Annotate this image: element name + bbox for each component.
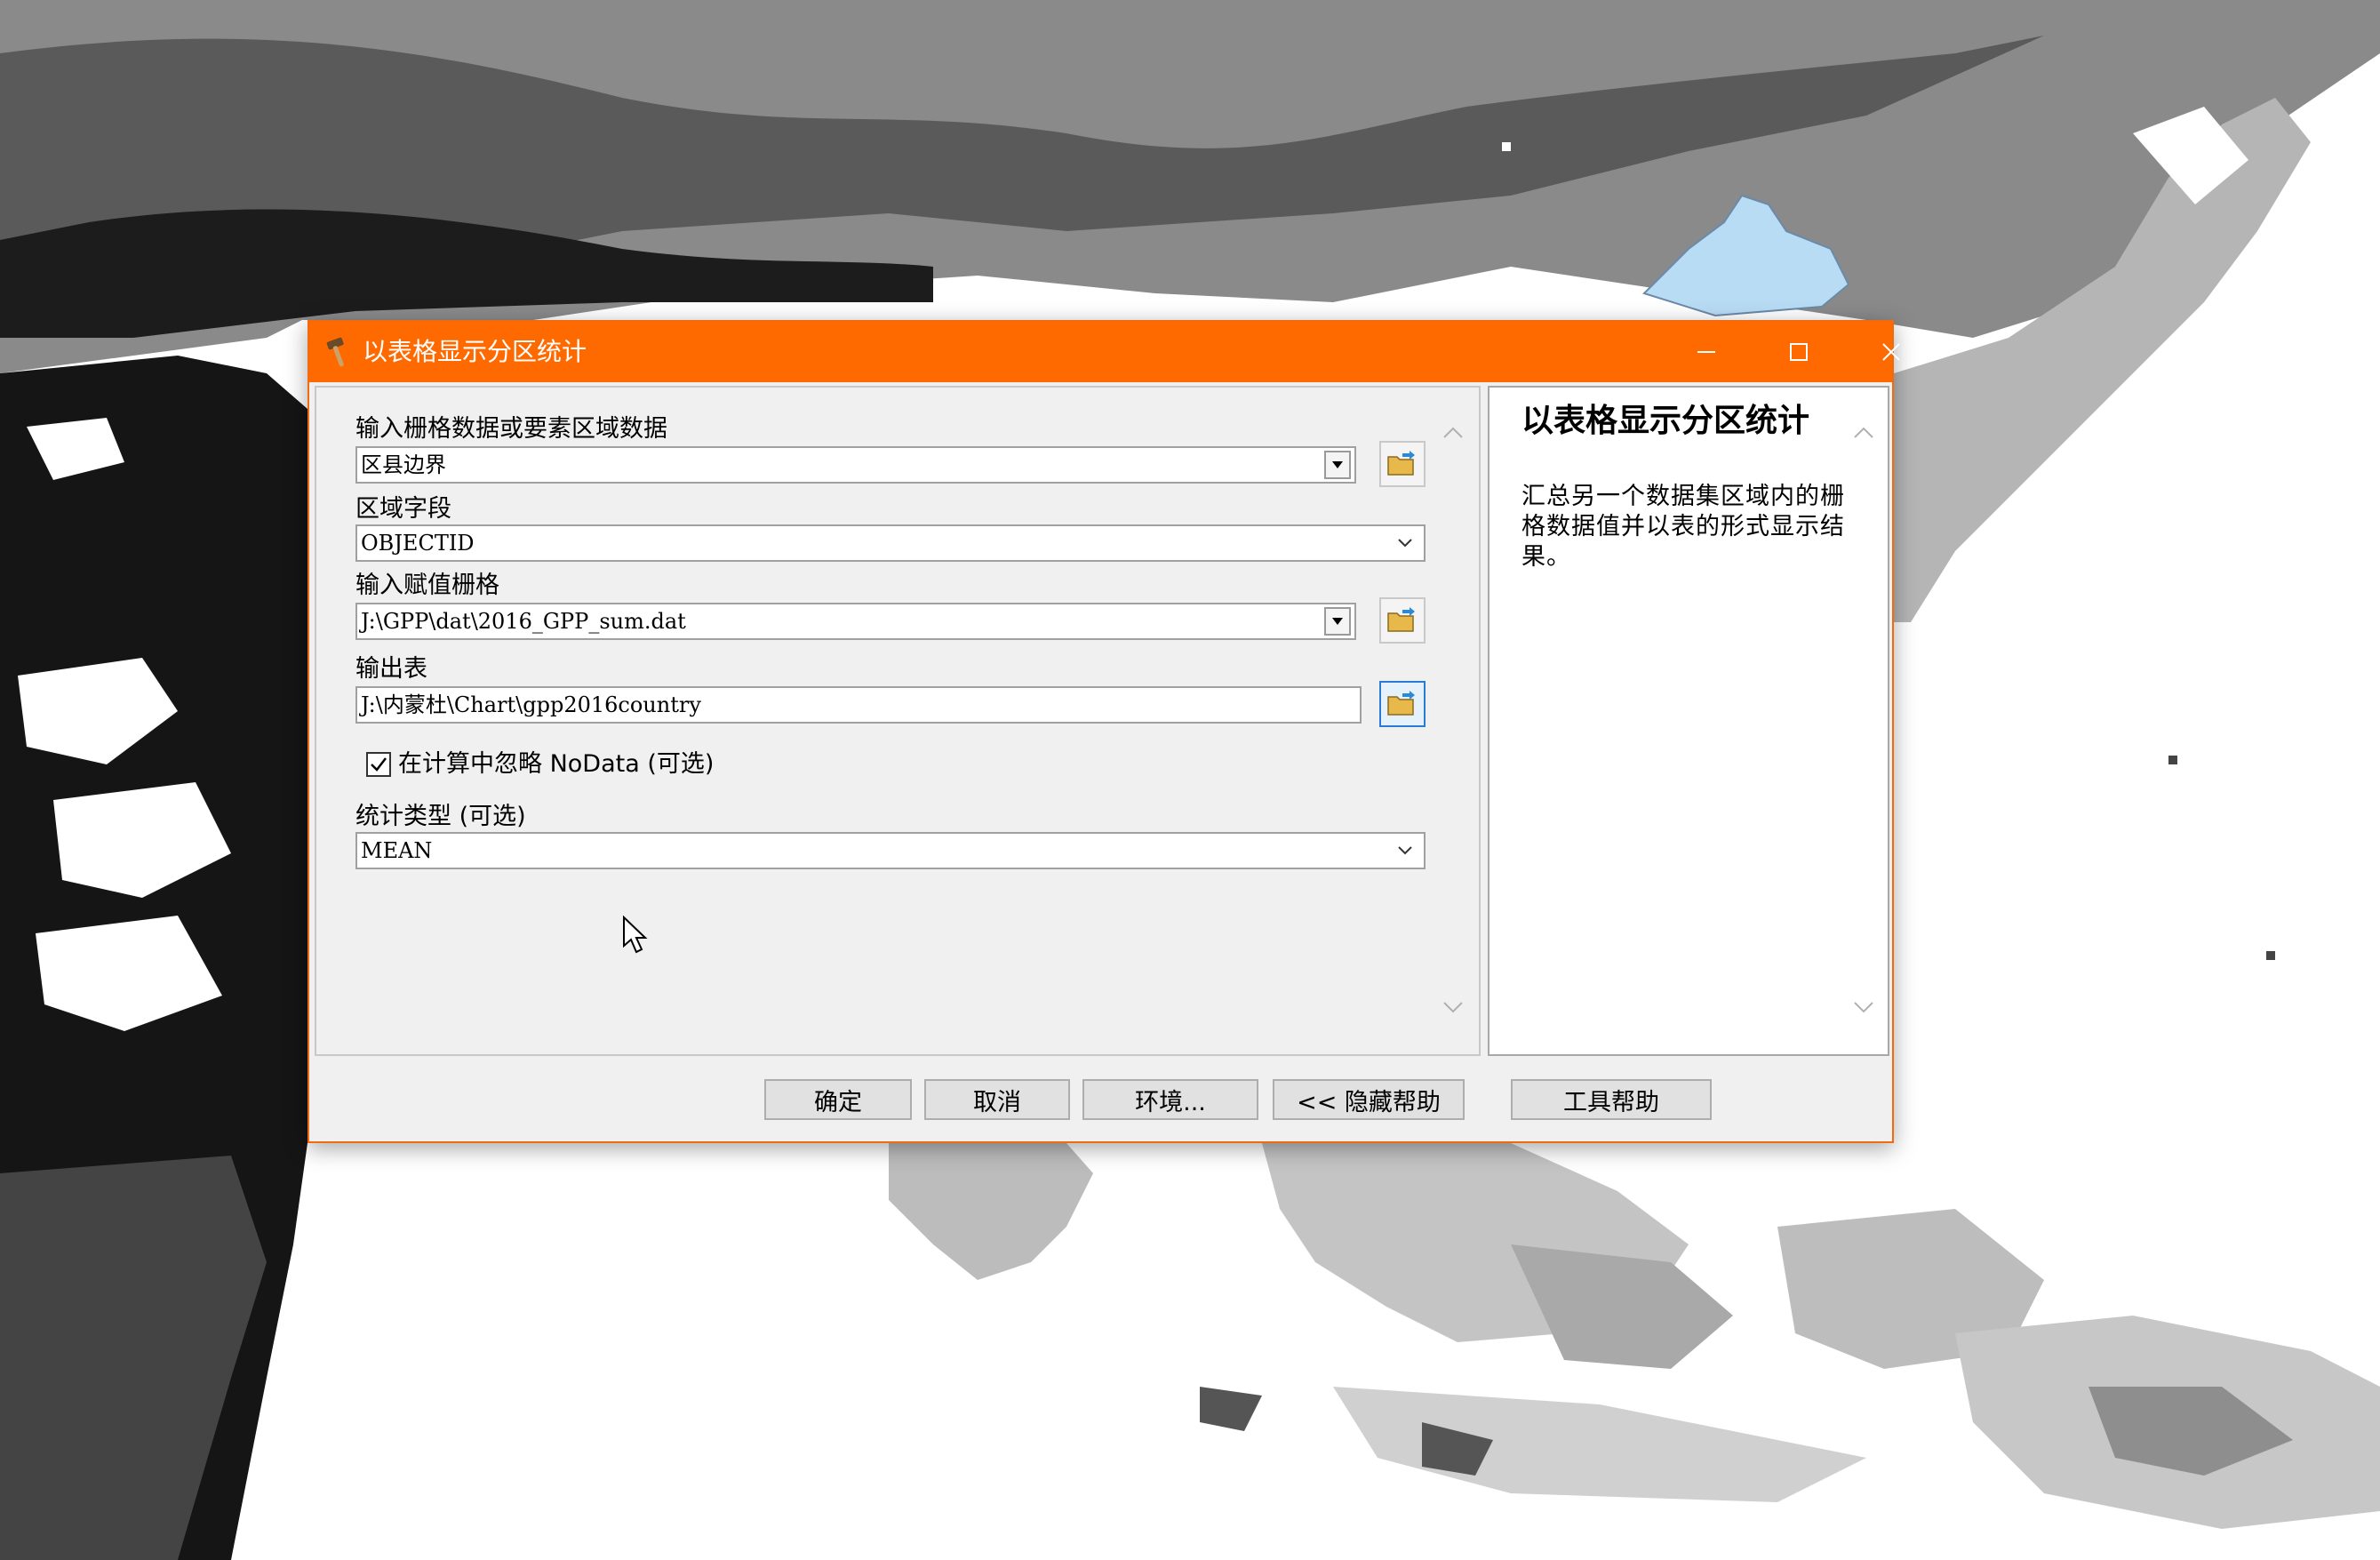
chevron-down-icon: [1394, 532, 1417, 555]
statistics-type-value: MEAN: [361, 838, 433, 863]
tool-help-button[interactable]: 工具帮助: [1511, 1079, 1712, 1120]
title-bar[interactable]: 以表格显示分区统计: [309, 322, 1900, 382]
output-table-value: J:\内蒙杜\Chart\gpp2016country: [361, 692, 701, 717]
ignore-nodata-checkbox[interactable]: [366, 752, 391, 777]
ignore-nodata-label[interactable]: 在计算中忽略 NoData (可选): [398, 748, 714, 780]
close-icon: [1882, 343, 1900, 361]
close-button[interactable]: [1845, 322, 1937, 382]
minimize-button[interactable]: [1660, 322, 1753, 382]
value-raster-combo[interactable]: J:\GPP\dat\2016_GPP_sum.dat: [355, 603, 1356, 640]
hide-help-button[interactable]: << 隐藏帮助: [1273, 1079, 1465, 1120]
maximize-button[interactable]: [1753, 322, 1845, 382]
zone-input-browse-button[interactable]: [1379, 441, 1426, 487]
chevron-down-icon: [1394, 839, 1417, 862]
zone-input-value: 区县边界: [361, 452, 446, 477]
chevron-down-icon: [1854, 1002, 1873, 1013]
maximize-icon: [1790, 343, 1808, 361]
zone-field-select[interactable]: OBJECTID: [355, 524, 1426, 562]
open-folder-icon: [1387, 691, 1415, 716]
output-table-input[interactable]: J:\内蒙杜\Chart\gpp2016country: [355, 686, 1362, 724]
help-title: 以表格显示分区统计: [1521, 403, 1810, 439]
chevron-up-icon: [1854, 427, 1873, 438]
open-folder-icon: [1387, 607, 1415, 632]
ok-button[interactable]: 确定: [764, 1079, 912, 1120]
output-table-label: 输出表: [355, 655, 427, 683]
dropdown-arrow-icon: [1332, 618, 1343, 625]
value-raster-label: 输入赋值栅格: [355, 572, 499, 599]
parameters-pane: 输入栅格数据或要素区域数据 区县边界 区域字段 OBJECTID 输入赋值栅格 …: [315, 386, 1481, 1056]
environments-button[interactable]: 环境...: [1082, 1079, 1258, 1120]
scroll-down-button[interactable]: [1438, 992, 1468, 1022]
value-raster-value: J:\GPP\dat\2016_GPP_sum.dat: [361, 609, 686, 634]
value-raster-browse-button[interactable]: [1379, 597, 1426, 644]
mouse-cursor-icon: [623, 916, 648, 954]
zonal-statistics-dialog: 以表格显示分区统计 输入栅格数据或要素区域数据 区县边界 区域字段 OBJECT…: [307, 320, 1900, 1143]
scroll-up-button[interactable]: [1438, 418, 1468, 448]
help-description: 汇总另一个数据集区域内的栅格数据值并以表的形式显示结果。: [1521, 483, 1845, 571]
help-scroll-up-button[interactable]: [1849, 418, 1879, 448]
value-raster-dropdown-button[interactable]: [1324, 607, 1351, 636]
chevron-down-icon: [1443, 1002, 1463, 1013]
zone-input-label: 输入栅格数据或要素区域数据: [355, 415, 667, 443]
zone-input-dropdown-button[interactable]: [1324, 451, 1351, 479]
open-folder-icon: [1387, 451, 1415, 476]
statistics-type-label: 统计类型 (可选): [355, 803, 526, 830]
cancel-button[interactable]: 取消: [924, 1079, 1070, 1120]
statistics-type-select[interactable]: MEAN: [355, 832, 1426, 869]
window-title: 以表格显示分区统计: [363, 337, 587, 366]
hammer-icon: [326, 337, 344, 367]
help-scroll-down-button[interactable]: [1849, 992, 1879, 1022]
minimize-icon: [1697, 351, 1715, 353]
dropdown-arrow-icon: [1332, 461, 1343, 468]
chevron-up-icon: [1443, 427, 1463, 438]
zone-field-label: 区域字段: [355, 495, 451, 523]
zone-field-value: OBJECTID: [361, 531, 475, 556]
help-pane: 以表格显示分区统计 汇总另一个数据集区域内的栅格数据值并以表的形式显示结果。: [1488, 386, 1889, 1056]
output-table-browse-button[interactable]: [1379, 681, 1426, 727]
zone-input-combo[interactable]: 区县边界: [355, 446, 1356, 484]
checkmark-icon: [371, 757, 387, 772]
